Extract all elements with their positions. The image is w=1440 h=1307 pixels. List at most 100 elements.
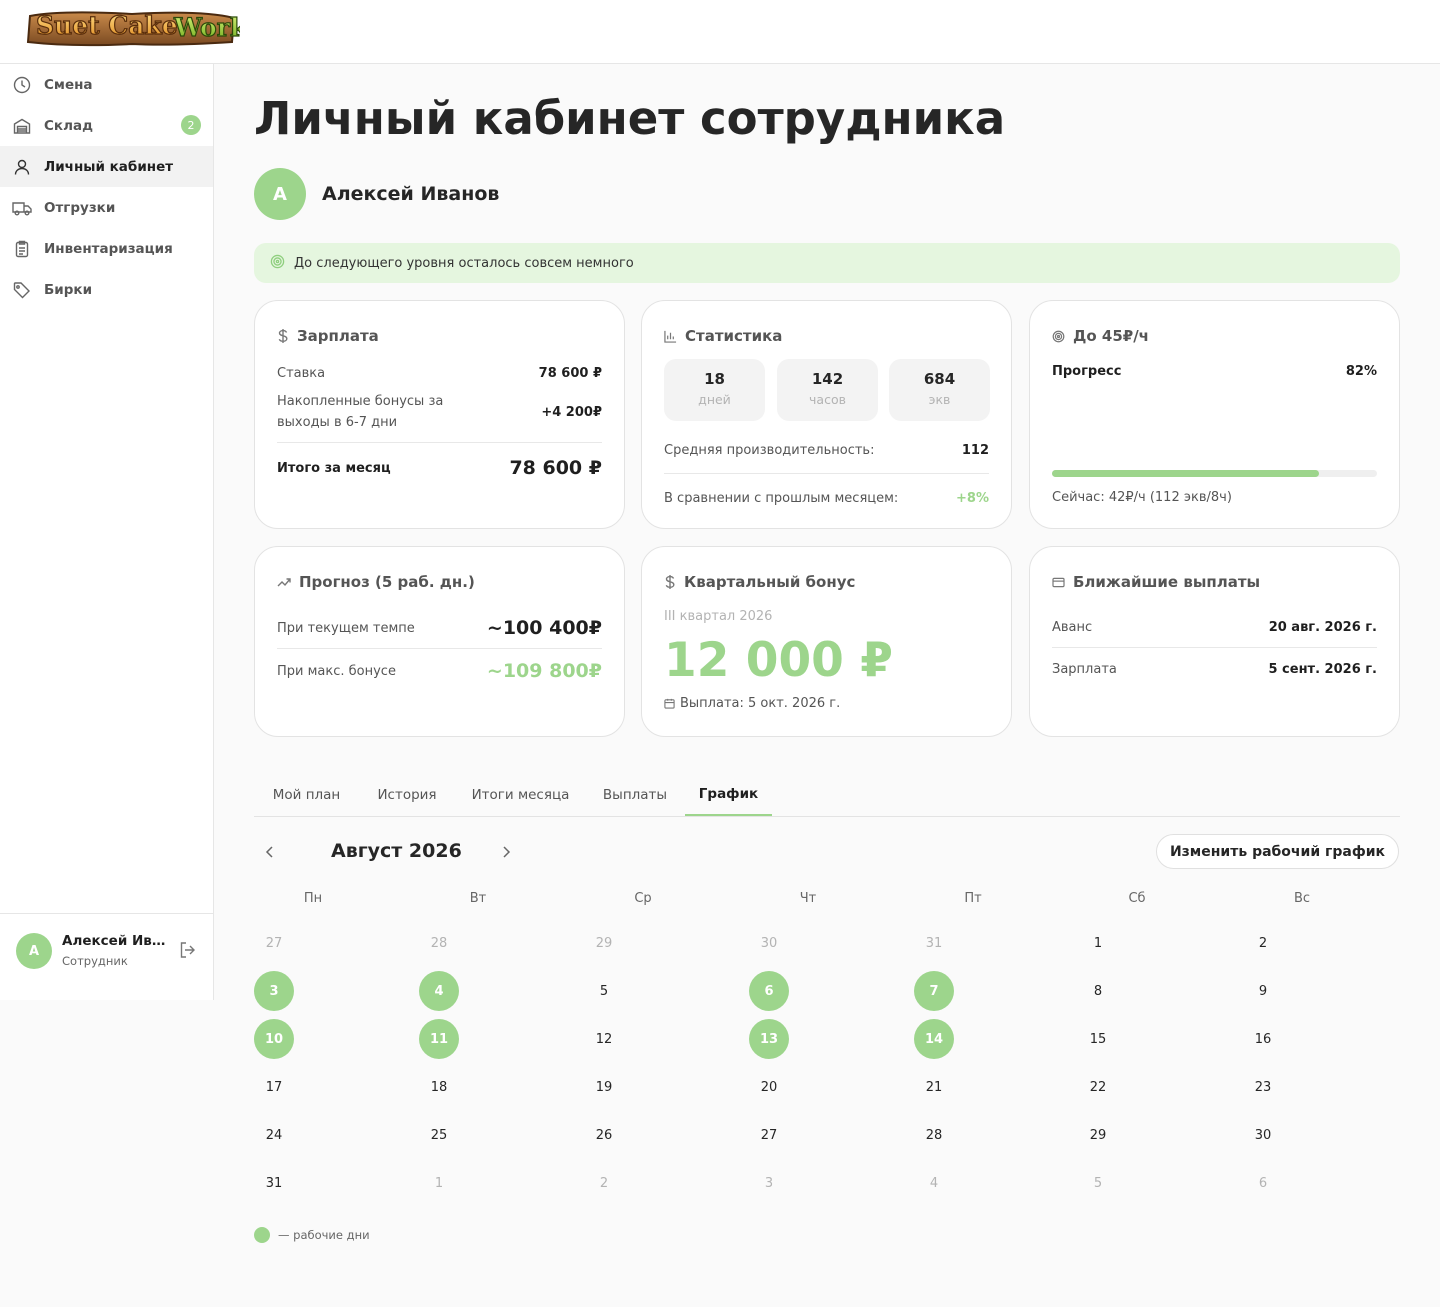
salary-payout-date: 5 сент. 2026 г.: [1268, 661, 1377, 677]
compare-row: В сравнении с прошлым месяцем: +8%: [664, 489, 989, 507]
calendar-day[interactable]: 25: [419, 1115, 459, 1155]
calendar-day-other-month[interactable]: 30: [749, 923, 789, 963]
next-month-button[interactable]: [491, 838, 521, 866]
total-row: Итого за месяц 78 600 ₽: [277, 456, 602, 480]
calendar-day-other-month[interactable]: 1: [419, 1163, 459, 1203]
calendar-day-other-month[interactable]: 2: [584, 1163, 624, 1203]
calendar-day[interactable]: 15: [1078, 1019, 1118, 1059]
clipboard-icon: [12, 239, 32, 259]
progress-bar: [1052, 470, 1377, 477]
forecast-current-row: При текущем темпе ~100 400₽: [277, 617, 602, 639]
quarter-amount: 12 000 ₽: [664, 633, 893, 688]
app-logo[interactable]: Suet Cake Work: [22, 2, 248, 50]
calendar-day-other-month[interactable]: 4: [914, 1163, 954, 1203]
edit-schedule-button[interactable]: Изменить рабочий график: [1156, 834, 1399, 869]
user-name: Алексей Иванов: [322, 183, 500, 205]
calendar-day-other-month[interactable]: 29: [584, 923, 624, 963]
advance-row: Аванс 20 авг. 2026 г.: [1052, 618, 1377, 636]
quarter-period: III квартал 2026: [664, 609, 773, 624]
avatar[interactable]: А: [16, 933, 52, 969]
card-title: Ближайшие выплаты: [1052, 573, 1260, 591]
calendar-month: Август 2026: [331, 840, 462, 862]
page-title: Личный кабинет сотрудника: [254, 92, 1006, 145]
rate-value: 78 600 ₽: [538, 365, 602, 381]
salary-payout-row: Зарплата 5 сент. 2026 г.: [1052, 660, 1377, 678]
bonus-label-line1: Накопленные бонусы за: [277, 394, 444, 409]
sidebar-item-warehouse[interactable]: Склад 2: [0, 105, 213, 146]
top-bar: Suet Cake Work: [0, 0, 1440, 64]
calendar-day[interactable]: 17: [254, 1067, 294, 1107]
sidebar-item-inventory[interactable]: Инвентаризация: [0, 228, 213, 269]
weekday-header: Ср: [634, 891, 652, 906]
tab-month-results[interactable]: Итоги месяца: [455, 774, 586, 816]
calendar-day-other-month[interactable]: 28: [419, 923, 459, 963]
warehouse-icon: [12, 116, 32, 136]
calendar-day[interactable]: 21: [914, 1067, 954, 1107]
calendar-day[interactable]: 9: [1243, 971, 1283, 1011]
payouts-card: Ближайшие выплаты Аванс 20 авг. 2026 г. …: [1029, 546, 1400, 737]
calendar-day-workday[interactable]: 6: [749, 971, 789, 1011]
banner-text: До следующего уровня осталось совсем нем…: [294, 255, 634, 271]
current-rate-text: Сейчас: 42₽/ч (112 экв/8ч): [1052, 489, 1232, 505]
forecast-max-value: ~109 800₽: [486, 660, 602, 682]
stat-value: 684: [923, 370, 956, 388]
sidebar-item-shipments[interactable]: Отгрузки: [0, 187, 213, 228]
tab-my-plan[interactable]: Мой план: [254, 774, 359, 816]
calendar-day-other-month[interactable]: 6: [1243, 1163, 1283, 1203]
tab-schedule[interactable]: График: [685, 774, 772, 816]
calendar-day[interactable]: 30: [1243, 1115, 1283, 1155]
target-icon: [1052, 330, 1065, 343]
compare-label: В сравнении с прошлым месяцем:: [664, 490, 899, 506]
stat-equivalents: 684 экв: [889, 359, 990, 421]
calendar-day[interactable]: 24: [254, 1115, 294, 1155]
calendar-day-other-month[interactable]: 27: [254, 923, 294, 963]
calendar-day-workday[interactable]: 10: [254, 1019, 294, 1059]
calendar-day[interactable]: 29: [1078, 1115, 1118, 1155]
tab-payouts[interactable]: Выплаты: [586, 774, 684, 816]
calendar-day[interactable]: 18: [419, 1067, 459, 1107]
sidebar-item-tags[interactable]: Бирки: [0, 269, 213, 310]
calendar-day[interactable]: 23: [1243, 1067, 1283, 1107]
bonus-value: +4 200₽: [541, 404, 602, 420]
card-title: Статистика: [664, 327, 782, 345]
rate-label: Ставка: [277, 365, 326, 381]
dollar-icon: [664, 574, 676, 590]
calendar-day-other-month[interactable]: 3: [749, 1163, 789, 1203]
calendar-day[interactable]: 22: [1078, 1067, 1118, 1107]
calendar-day-workday[interactable]: 11: [419, 1019, 459, 1059]
bonus-label-line2: выходы в 6-7 дни: [277, 415, 398, 430]
calendar-day-workday[interactable]: 3: [254, 971, 294, 1011]
tab-history[interactable]: История: [359, 774, 455, 816]
calendar-day[interactable]: 2: [1243, 923, 1283, 963]
progress-card: До 45₽/ч Прогресс 82% Сейчас: 42₽/ч (112…: [1029, 300, 1400, 529]
calendar-day-workday[interactable]: 7: [914, 971, 954, 1011]
calendar-day-other-month[interactable]: 5: [1078, 1163, 1118, 1203]
forecast-max-row: При макс. бонусе ~109 800₽: [277, 660, 602, 682]
sidebar-item-shift[interactable]: Смена: [0, 64, 213, 105]
calendar-day[interactable]: 8: [1078, 971, 1118, 1011]
credit-card-icon: [1052, 577, 1065, 588]
calendar-day[interactable]: 20: [749, 1067, 789, 1107]
workday-legend-text: — рабочие дни: [278, 1228, 370, 1242]
card-title: Зарплата: [277, 327, 379, 345]
calendar-day[interactable]: 28: [914, 1115, 954, 1155]
stat-days: 18 дней: [664, 359, 765, 421]
calendar-day-workday[interactable]: 14: [914, 1019, 954, 1059]
calendar-day[interactable]: 1: [1078, 923, 1118, 963]
logout-icon[interactable]: [178, 940, 198, 960]
calendar-day[interactable]: 16: [1243, 1019, 1283, 1059]
avatar: А: [254, 168, 306, 220]
prev-month-button[interactable]: [255, 838, 285, 866]
calendar-day[interactable]: 27: [749, 1115, 789, 1155]
calendar-day[interactable]: 31: [254, 1163, 294, 1203]
calendar-day-other-month[interactable]: 31: [914, 923, 954, 963]
calendar-day[interactable]: 19: [584, 1067, 624, 1107]
calendar-day[interactable]: 5: [584, 971, 624, 1011]
tab-bar: Мой план История Итоги месяца Выплаты Гр…: [254, 774, 1400, 817]
calendar-day-workday[interactable]: 13: [749, 1019, 789, 1059]
sidebar-item-profile[interactable]: Личный кабинет: [0, 146, 213, 187]
calendar-day-workday[interactable]: 4: [419, 971, 459, 1011]
sidebar-user-panel: А Алексей Иван... Сотрудник: [0, 913, 213, 1000]
calendar-day[interactable]: 12: [584, 1019, 624, 1059]
calendar-day[interactable]: 26: [584, 1115, 624, 1155]
